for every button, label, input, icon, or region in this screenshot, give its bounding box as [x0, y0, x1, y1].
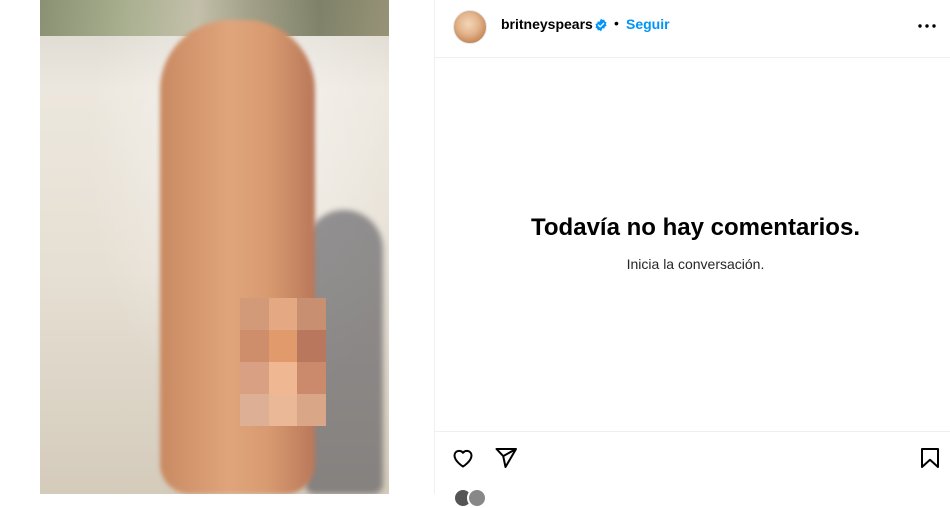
separator-dot: •	[614, 15, 619, 31]
post-header: britneyspears • Seguir	[435, 0, 950, 58]
no-comments-title: Todavía no hay comentarios.	[531, 214, 860, 241]
heart-icon[interactable]	[451, 446, 475, 470]
panel-divider	[434, 0, 435, 494]
more-options-icon[interactable]	[915, 16, 939, 36]
page-margin	[0, 0, 40, 494]
liker-avatars	[453, 488, 487, 508]
actions-divider	[435, 431, 950, 432]
bookmark-icon[interactable]	[918, 446, 942, 470]
censor-pixelation	[240, 298, 326, 426]
verified-badge-icon	[595, 18, 607, 32]
username-link[interactable]: britneyspears	[501, 16, 593, 32]
post-media[interactable]	[40, 0, 389, 494]
paper-plane-icon[interactable]	[494, 446, 518, 470]
follow-button[interactable]: Seguir	[626, 16, 670, 32]
liker-avatar	[467, 488, 487, 508]
no-comments-subtitle: Inicia la conversación.	[626, 256, 765, 272]
avatar[interactable]	[453, 10, 487, 44]
